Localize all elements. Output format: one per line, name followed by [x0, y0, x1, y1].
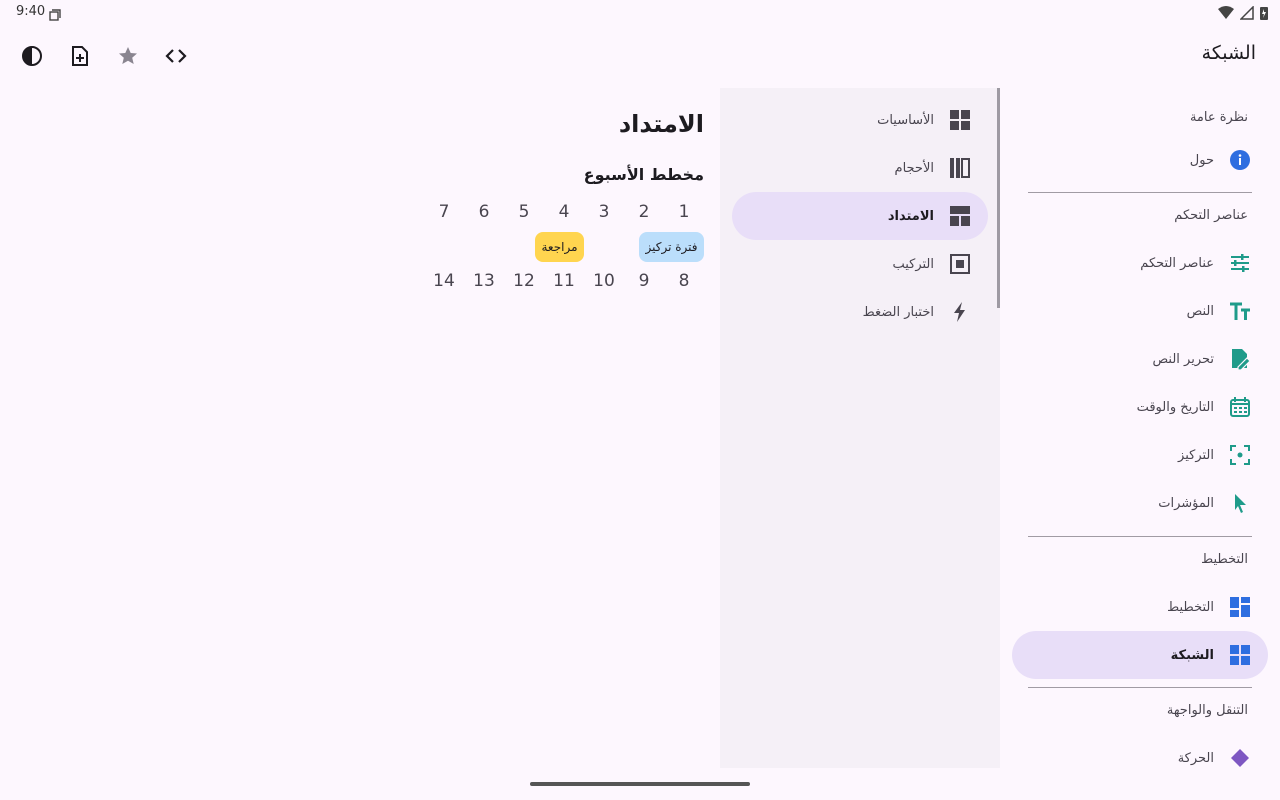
info-icon [1228, 148, 1252, 172]
nav-item-label: الشبكة [1170, 647, 1214, 663]
scrollbar[interactable] [997, 88, 1000, 308]
nav-header-layout: التخطيط [1201, 552, 1248, 567]
page-title: الامتداد [618, 110, 704, 138]
day-cell: 10 [593, 271, 615, 291]
day-cell: 13 [473, 271, 495, 291]
panel-item-basics[interactable]: الأساسيات [732, 96, 988, 144]
nav-item-label: النص [1186, 303, 1214, 319]
nav-item-label: حول [1189, 152, 1214, 168]
nested-square-icon [948, 252, 972, 276]
divider [1028, 192, 1252, 193]
wifi-icon [1218, 5, 1234, 24]
calendar-icon [1228, 395, 1252, 419]
day-cell: 1 [678, 202, 690, 222]
day-cell: 8 [678, 271, 690, 291]
nav-header-overview: نظرة عامة [1189, 110, 1248, 125]
day-cell: 6 [478, 202, 490, 222]
nav-item-label: التاريخ والوقت [1136, 399, 1214, 415]
nav-header-controls: عناصر التحكم [1174, 208, 1248, 223]
edit-document-icon [1228, 347, 1252, 371]
day-cell: 14 [433, 271, 455, 291]
signal-icon [1239, 5, 1254, 24]
theme-contrast-icon[interactable] [20, 44, 44, 68]
columns-icon [948, 156, 972, 180]
top-app-bar: الشبكة [0, 32, 1280, 80]
panel-item-span[interactable]: الامتداد [732, 192, 988, 240]
grid-icon [1228, 643, 1252, 667]
day-cell: 2 [638, 202, 650, 222]
text-format-icon [1228, 299, 1252, 323]
nav-item-text-edit[interactable]: تحرير النص [1012, 335, 1268, 383]
panel-item-label: الامتداد [887, 208, 934, 224]
nav-item-text[interactable]: النص [1012, 287, 1268, 335]
nav-item-controls[interactable]: عناصر التحكم [1012, 239, 1268, 287]
nav-item-datetime[interactable]: التاريخ والوقت [1012, 383, 1268, 431]
panel-item-sizes[interactable]: الأحجام [732, 144, 988, 192]
bolt-icon [948, 300, 972, 324]
nav-item-label: التخطيط [1167, 599, 1214, 615]
panel-item-label: التركيب [892, 256, 934, 272]
panel-item-label: الأساسيات [877, 112, 934, 128]
navigation-drawer: نظرة عامة حول عناصر التحكم عناصر التحكم … [1000, 88, 1280, 778]
home-indicator[interactable] [530, 782, 750, 786]
motion-icon [1228, 746, 1252, 770]
nav-item-label: تحرير النص [1152, 351, 1214, 367]
nav-item-label: الحركة [1177, 750, 1214, 766]
day-cell: 7 [438, 202, 450, 222]
status-bar: 9:40 [0, 0, 1280, 24]
nav-item-layout[interactable]: التخطيط [1012, 583, 1268, 631]
sliders-icon [1228, 251, 1252, 275]
nav-item-focus[interactable]: التركيز [1012, 431, 1268, 479]
nav-item-grid[interactable]: الشبكة [1012, 631, 1268, 679]
week-row-1: 1 2 3 4 5 6 7 [424, 202, 704, 222]
dashboard-icon [1228, 595, 1252, 619]
demo-list-panel: الأساسيات الأحجام الامتداد التركيب اختبا… [720, 88, 1000, 768]
day-cell: 9 [638, 271, 650, 291]
day-cell: 11 [553, 271, 575, 291]
app-title: الشبكة [1201, 42, 1256, 64]
grid-icon [948, 108, 972, 132]
divider [1028, 536, 1252, 537]
day-cell: 5 [518, 202, 530, 222]
divider [1028, 687, 1252, 688]
day-cell: 3 [598, 202, 610, 222]
day-cell: 4 [558, 202, 570, 222]
battery-icon [1260, 5, 1268, 24]
panel-item-label: اختبار الضغط [862, 304, 934, 320]
event-chip-focus[interactable]: فترة تركيز [639, 232, 704, 262]
nav-item-label: عناصر التحكم [1140, 255, 1214, 271]
events-row: فترة تركيز مراجعة [420, 232, 704, 262]
day-cell: 12 [513, 271, 535, 291]
nav-item-about[interactable]: حول [1012, 136, 1268, 184]
panel-item-label: الأحجام [894, 160, 934, 176]
star-icon[interactable] [116, 44, 140, 68]
nav-item-pointers[interactable]: المؤشرات [1012, 479, 1268, 527]
span-layout-icon [948, 204, 972, 228]
status-time: 9:40 [16, 4, 46, 19]
week-row-2: 8 9 10 11 12 13 14 [424, 271, 704, 291]
nav-header-navigation: التنقل والواجهة [1166, 703, 1248, 718]
notification-icon [49, 6, 61, 25]
code-icon[interactable] [164, 44, 188, 68]
panel-item-stress-test[interactable]: اختبار الضغط [732, 288, 988, 336]
panel-item-composition[interactable]: التركيب [732, 240, 988, 288]
nav-item-motion[interactable]: الحركة [1012, 734, 1268, 778]
section-title: مخطط الأسبوع [583, 165, 704, 184]
nav-item-label: المؤشرات [1158, 495, 1214, 511]
event-chip-review[interactable]: مراجعة [535, 232, 584, 262]
cursor-icon [1228, 491, 1252, 515]
new-document-icon[interactable] [68, 44, 92, 68]
nav-item-label: التركيز [1178, 447, 1214, 463]
focus-icon [1228, 443, 1252, 467]
